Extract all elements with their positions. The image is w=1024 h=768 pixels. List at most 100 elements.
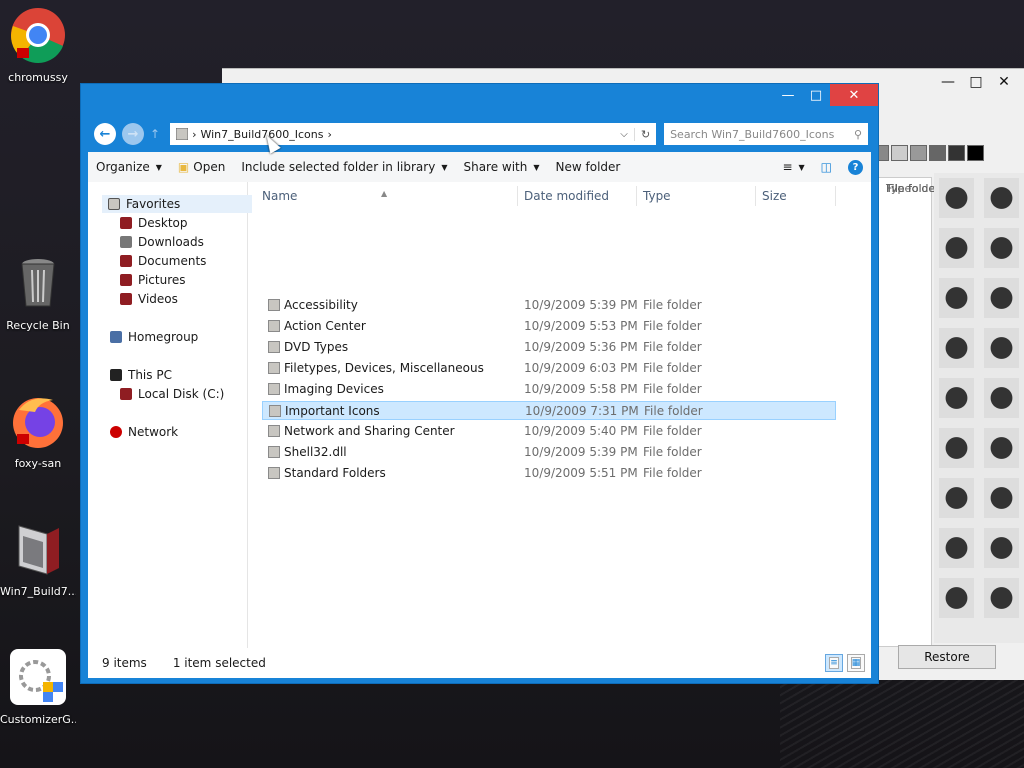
column-label: Type bbox=[643, 189, 671, 203]
preview-pane-button[interactable]: ◫ bbox=[813, 152, 840, 182]
restore-button[interactable]: Restore bbox=[898, 645, 996, 669]
icon-thumbnail[interactable] bbox=[984, 428, 1019, 468]
table-row[interactable]: Network and Sharing Center 10/9/2009 5:40… bbox=[262, 422, 836, 441]
maximize-button[interactable]: □ bbox=[962, 71, 990, 93]
preview-pane-icon: ◫ bbox=[820, 160, 832, 174]
desktop-icon-customizer[interactable]: CustomizerG... bbox=[0, 648, 76, 726]
table-row[interactable]: Action Center 10/9/2009 5:53 PM File folde… bbox=[262, 317, 836, 336]
icon-thumbnail[interactable] bbox=[939, 528, 974, 568]
table-row[interactable]: Filetypes, Devices, Miscellaneous 10/9/20… bbox=[262, 359, 836, 378]
table-row[interactable]: Shell32.dll 10/9/2009 5:39 PM File folder bbox=[262, 443, 836, 462]
color-swatch[interactable] bbox=[967, 145, 984, 161]
nav-item-network[interactable]: Network bbox=[110, 423, 178, 441]
icon-thumbnail[interactable] bbox=[984, 178, 1019, 218]
nav-item-local-disk[interactable]: Local Disk (C:) bbox=[120, 385, 224, 403]
desktop-icon-win7-folder[interactable]: Win7_Build7... bbox=[0, 520, 76, 598]
file-type: File folder bbox=[643, 298, 702, 312]
file-name: Accessibility bbox=[284, 298, 358, 312]
icon-thumbnail[interactable] bbox=[984, 328, 1019, 368]
icon-thumbnail[interactable] bbox=[939, 328, 974, 368]
icon-thumbnail[interactable] bbox=[939, 178, 974, 218]
forward-button[interactable]: → bbox=[122, 123, 144, 145]
table-row[interactable]: DVD Types 10/9/2009 5:36 PM File folder bbox=[262, 338, 836, 357]
color-swatch[interactable] bbox=[948, 145, 965, 161]
minimize-button[interactable]: — bbox=[774, 84, 802, 106]
include-in-library-button[interactable]: Include selected folder in library ▼ bbox=[233, 152, 455, 182]
maximize-button[interactable]: □ bbox=[802, 84, 830, 106]
folder-icon bbox=[268, 341, 280, 353]
desktop-icon-label: foxy-san bbox=[14, 457, 62, 470]
share-with-button[interactable]: Share with ▼ bbox=[455, 152, 547, 182]
icon-thumbnail[interactable] bbox=[984, 528, 1019, 568]
close-button[interactable]: ✕ bbox=[830, 84, 878, 106]
icon-thumbnail[interactable] bbox=[939, 378, 974, 418]
refresh-icon[interactable]: ↻ bbox=[634, 127, 656, 141]
address-dropdown-icon[interactable]: ⌵ bbox=[614, 129, 634, 140]
icon-thumbnail[interactable] bbox=[939, 278, 974, 318]
column-header-name[interactable]: Name ▲ bbox=[256, 186, 518, 206]
desktop-icon-firefox[interactable]: foxy-san bbox=[0, 392, 76, 470]
navigation-pane: Favorites Desktop Downloads Documents Pi… bbox=[88, 182, 252, 648]
title-bar[interactable]: — □ ✕ bbox=[81, 84, 878, 114]
nav-item-downloads[interactable]: Downloads bbox=[120, 233, 204, 251]
change-view-button[interactable]: ≡ ▼ bbox=[774, 152, 812, 182]
color-swatch[interactable] bbox=[891, 145, 908, 161]
star-icon bbox=[108, 198, 120, 210]
desktop-icon-chrome[interactable]: chromussy bbox=[0, 6, 76, 84]
icon-thumbnail[interactable] bbox=[939, 578, 974, 618]
folder-icon bbox=[176, 128, 189, 140]
nav-item-videos[interactable]: Videos bbox=[120, 290, 178, 308]
folder-icon bbox=[269, 405, 281, 417]
table-row-selected[interactable]: Important Icons 10/9/2009 7:31 PM File fol… bbox=[262, 401, 836, 420]
organize-button[interactable]: Organize ▼ bbox=[88, 152, 170, 182]
nav-item-documents[interactable]: Documents bbox=[120, 252, 206, 270]
file-name: Shell32.dll bbox=[284, 445, 347, 459]
breadcrumb-chevron-icon[interactable]: › bbox=[327, 128, 331, 141]
open-button[interactable]: ▣ Open bbox=[170, 152, 233, 182]
nav-item-homegroup[interactable]: Homegroup bbox=[110, 328, 198, 346]
table-row[interactable]: Standard Folders 10/9/2009 5:51 PM File fo… bbox=[262, 464, 836, 483]
icon-thumbnail[interactable] bbox=[984, 478, 1019, 518]
file-type: File folder bbox=[644, 404, 703, 418]
column-header-size[interactable]: Size bbox=[756, 186, 836, 206]
back-button[interactable]: ← bbox=[94, 123, 116, 145]
nav-item-favorites[interactable]: Favorites bbox=[102, 195, 252, 213]
table-row[interactable]: Accessibility 10/9/2009 5:39 PM File folde… bbox=[262, 296, 836, 315]
search-input[interactable]: Search Win7_Build7600_Icons ⚲ bbox=[664, 123, 869, 145]
color-swatch[interactable] bbox=[910, 145, 927, 161]
close-button[interactable]: ✕ bbox=[990, 71, 1018, 93]
breadcrumb-separator-icon: › bbox=[192, 127, 197, 141]
minimize-button[interactable]: — bbox=[934, 71, 962, 93]
icon-thumbnail[interactable] bbox=[939, 428, 974, 468]
large-icons-view-button[interactable]: ▦ bbox=[847, 654, 865, 672]
up-button[interactable]: ↑ bbox=[150, 127, 160, 141]
icon-thumbnail[interactable] bbox=[984, 378, 1019, 418]
details-view-button[interactable]: ≡ bbox=[825, 654, 843, 672]
help-button[interactable]: ? bbox=[840, 152, 871, 182]
chevron-down-icon: ▼ bbox=[155, 162, 162, 172]
nav-label: Documents bbox=[138, 254, 207, 268]
icon-thumbnail[interactable] bbox=[984, 228, 1019, 268]
new-folder-label: New folder bbox=[555, 160, 621, 174]
nav-item-pictures[interactable]: Pictures bbox=[120, 271, 186, 289]
folder-icon bbox=[268, 467, 280, 479]
column-header-date[interactable]: Date modified bbox=[518, 186, 637, 206]
network-icon bbox=[110, 426, 122, 438]
column-header-type[interactable]: Type bbox=[637, 186, 756, 206]
desktop-icon-label: Recycle Bin bbox=[6, 319, 70, 332]
nav-item-desktop[interactable]: Desktop bbox=[120, 214, 188, 232]
file-type: File folder bbox=[643, 382, 702, 396]
pictures-icon bbox=[120, 274, 132, 286]
icon-thumbnail[interactable] bbox=[984, 278, 1019, 318]
new-folder-button[interactable]: New folder bbox=[548, 152, 629, 182]
table-row[interactable]: Imaging Devices 10/9/2009 5:58 PM File fol… bbox=[262, 380, 836, 399]
nav-item-this-pc[interactable]: This PC bbox=[110, 366, 172, 384]
folder-icon bbox=[268, 299, 280, 311]
desktop-icon-recycle-bin[interactable]: Recycle Bin bbox=[0, 254, 76, 332]
icon-thumbnail[interactable] bbox=[984, 578, 1019, 618]
nav-label: Favorites bbox=[126, 197, 181, 211]
address-bar[interactable]: › Win7_Build7600_Icons › ⌵ ↻ bbox=[170, 123, 657, 145]
icon-thumbnail[interactable] bbox=[939, 228, 974, 268]
icon-thumbnail[interactable] bbox=[939, 478, 974, 518]
color-swatch[interactable] bbox=[929, 145, 946, 161]
